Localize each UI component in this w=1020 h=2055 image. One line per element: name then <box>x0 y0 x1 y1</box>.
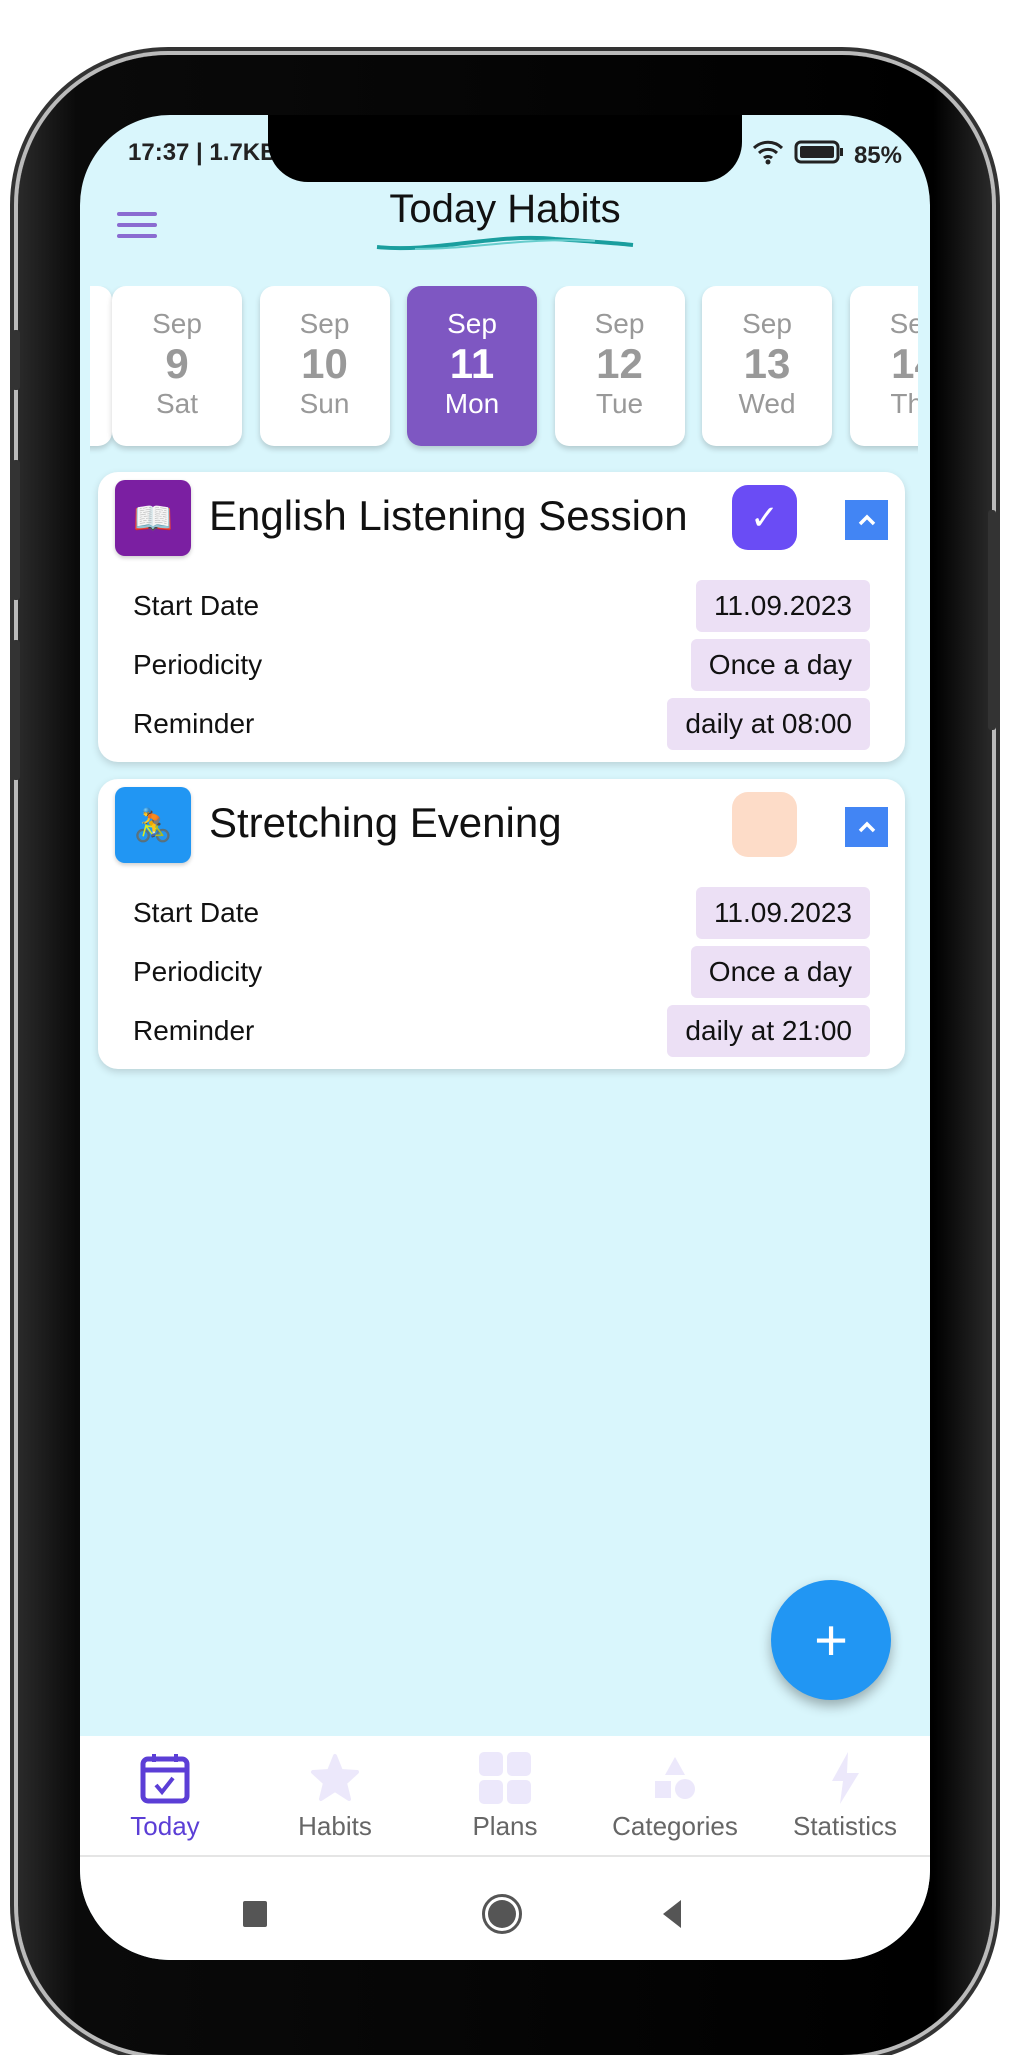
date-weekday: Sun <box>299 388 350 419</box>
nav-categories[interactable]: Categories <box>590 1736 760 1855</box>
habit-title: English Listening Session <box>209 492 688 539</box>
detail-label: Periodicity <box>133 649 263 680</box>
side-button <box>988 510 996 730</box>
date-weekday: Sat <box>155 388 199 419</box>
date-strip[interactable]: Sep 9 Sat Sep 10 Sun Sep 11 Mon Sep 12 Tue Sep 13 Wed S… <box>90 286 918 456</box>
battery-level: 85% <box>853 141 902 169</box>
date-item[interactable] <box>90 286 112 446</box>
collapse-button[interactable] <box>845 500 888 540</box>
check-icon: ✓ <box>750 498 779 537</box>
habit-detail-row: Start Date 11.09.2023 <box>133 887 870 939</box>
date-day: 14 <box>891 340 918 387</box>
side-button <box>12 640 20 780</box>
cyclist-icon: 🚴 <box>115 787 191 863</box>
chevron-up-icon <box>858 514 875 526</box>
nav-statistics[interactable]: Statistics <box>760 1736 930 1855</box>
recents-button[interactable] <box>243 1901 267 1927</box>
date-month: Sep <box>299 308 350 339</box>
side-button <box>12 460 20 600</box>
shapes-icon <box>590 1750 760 1805</box>
back-button[interactable] <box>663 1900 681 1928</box>
lightning-icon <box>760 1750 930 1805</box>
date-item[interactable]: Sep 10 Sun <box>259 286 390 446</box>
detail-value: Once a day <box>690 639 870 691</box>
date-day: 12 <box>596 340 643 387</box>
calendar-check-icon <box>80 1750 250 1805</box>
side-button <box>12 330 20 390</box>
date-weekday: Tue <box>595 388 644 419</box>
notch <box>268 115 742 182</box>
detail-value: Once a day <box>690 946 870 998</box>
date-month: Sep <box>889 308 918 339</box>
habit-card[interactable]: 📖 English Listening Session ✓ Start Date… <box>98 472 905 762</box>
wifi-icon <box>752 139 784 172</box>
date-day: 11 <box>449 340 495 387</box>
detail-label: Periodicity <box>133 956 263 987</box>
habit-detail-row: Periodicity Once a day <box>133 639 870 691</box>
nav-plans[interactable]: Plans <box>420 1736 590 1855</box>
collapse-button[interactable] <box>845 807 888 847</box>
star-icon <box>250 1750 420 1805</box>
status-time: 17:37 | 1.7KB <box>128 139 278 166</box>
page-title: Today Habits <box>389 187 621 231</box>
detail-label: Start Date <box>133 590 260 621</box>
nav-label: Today <box>130 1811 200 1841</box>
date-month: Sep <box>447 308 497 339</box>
date-item[interactable]: Sep 13 Wed <box>702 286 832 446</box>
title-wave-decoration <box>376 235 634 251</box>
book-icon: 📖 <box>115 480 191 556</box>
date-day: 13 <box>743 340 791 387</box>
habit-title: Stretching Evening <box>209 799 562 846</box>
chevron-up-icon <box>858 821 875 833</box>
habit-done-checkbox[interactable] <box>732 792 797 857</box>
habit-card[interactable]: 🚴 Stretching Evening Start Date 11.09.202… <box>98 779 905 1069</box>
detail-label: Reminder <box>133 1015 255 1046</box>
battery-icon <box>794 140 844 171</box>
nav-habits[interactable]: Habits <box>250 1736 420 1855</box>
date-month: Sep <box>152 308 202 339</box>
home-button[interactable] <box>482 1894 522 1934</box>
habit-done-checkbox[interactable]: ✓ <box>732 485 797 550</box>
nav-label: Categories <box>612 1811 738 1841</box>
habit-detail-row: Periodicity Once a day <box>133 946 870 998</box>
date-item-selected[interactable]: Sep 11 Mon <box>407 286 537 446</box>
habit-detail-row: Reminder daily at 21:00 <box>133 1005 870 1057</box>
detail-value: daily at 21:00 <box>667 1005 870 1057</box>
detail-value: 11.09.2023 <box>695 580 870 632</box>
habit-detail-row: Reminder daily at 08:00 <box>133 698 870 750</box>
habit-detail-row: Start Date 11.09.2023 <box>133 580 870 632</box>
date-item[interactable]: Sep 12 Tue <box>554 286 685 446</box>
nav-label: Statistics <box>792 1811 898 1841</box>
detail-label: Reminder <box>133 708 255 739</box>
detail-label: Start Date <box>133 897 260 928</box>
nav-label: Habits <box>298 1811 372 1841</box>
date-weekday: Thu <box>890 388 918 419</box>
bottom-nav: Today Habits Plans Categories Statistics <box>80 1736 930 1857</box>
date-weekday: Wed <box>738 388 796 419</box>
date-day: 9 <box>165 340 189 387</box>
nav-label: Plans <box>472 1811 538 1841</box>
detail-value: daily at 08:00 <box>667 698 870 750</box>
grid-icon <box>420 1750 590 1805</box>
date-weekday: Mon <box>444 388 500 419</box>
date-item[interactable]: Sep14Thu <box>849 286 918 446</box>
date-day: 10 <box>301 340 348 387</box>
date-item[interactable]: Sep 9 Sat <box>112 286 242 446</box>
add-habit-button[interactable]: + <box>771 1580 891 1700</box>
nav-today[interactable]: Today <box>80 1736 250 1855</box>
date-month: Sep <box>742 308 792 339</box>
status-right: 85% <box>752 139 902 172</box>
date-month: Sep <box>594 308 645 339</box>
system-nav-bar <box>80 1857 930 1960</box>
screen: 17:37 | 1.7KB 85% Today Habits Sep 9 Sat Se… <box>80 115 930 1960</box>
detail-value: 11.09.2023 <box>695 887 870 939</box>
